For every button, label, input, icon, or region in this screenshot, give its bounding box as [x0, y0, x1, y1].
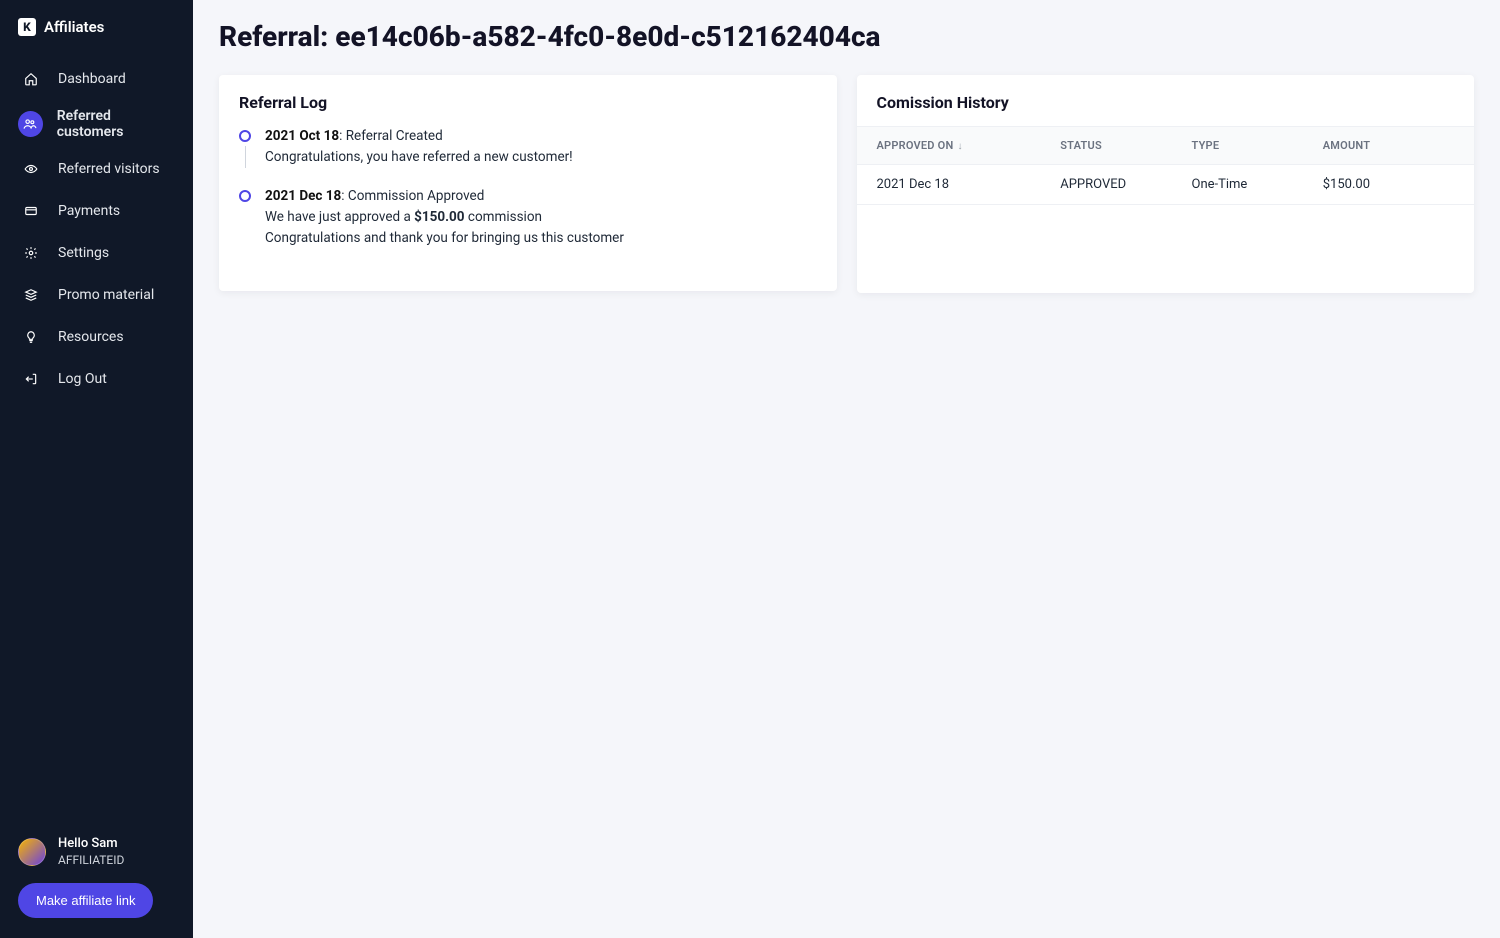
timeline-dot-icon	[239, 130, 251, 142]
bulb-icon	[18, 324, 44, 350]
sidebar-item-referred-visitors[interactable]: Referred visitors	[0, 148, 193, 190]
users-icon	[18, 111, 43, 137]
eye-icon	[18, 156, 44, 182]
sidebar: K Affiliates Dashboard Referred customer…	[0, 0, 193, 938]
timeline-title: Referral Created	[346, 128, 443, 144]
cell-amount: $150.00	[1323, 177, 1454, 192]
stack-icon	[18, 282, 44, 308]
sidebar-footer: Hello Sam AFFILIATEID Make affiliate lin…	[0, 836, 193, 918]
card-icon	[18, 198, 44, 224]
brand: K Affiliates	[0, 18, 193, 54]
referral-log-heading: Referral Log	[219, 75, 837, 126]
sidebar-item-label: Resources	[58, 329, 124, 345]
user-affiliate-id: AFFILIATEID	[58, 853, 124, 867]
column-header-amount[interactable]: Amount	[1323, 139, 1454, 152]
table-row: 2021 Dec 18 APPROVED One-Time $150.00	[857, 165, 1475, 205]
sidebar-item-resources[interactable]: Resources	[0, 316, 193, 358]
sidebar-item-settings[interactable]: Settings	[0, 232, 193, 274]
sidebar-item-label: Referred visitors	[58, 161, 160, 177]
referral-log-card: Referral Log 2021 Oct 18: Referral Creat…	[219, 75, 837, 291]
timeline-title: Commission Approved	[348, 188, 484, 204]
sidebar-item-label: Referred customers	[57, 108, 175, 140]
timeline-amount: $150.00	[414, 209, 464, 225]
referral-timeline: 2021 Oct 18: Referral Created Congratula…	[219, 126, 837, 291]
sidebar-nav: Dashboard Referred customers Referred vi…	[0, 58, 193, 400]
timeline-dot-icon	[239, 190, 251, 202]
sidebar-item-label: Dashboard	[58, 71, 126, 87]
sidebar-item-label: Payments	[58, 203, 120, 219]
sidebar-item-logout[interactable]: Log Out	[0, 358, 193, 400]
main-content: Referral: ee14c06b-a582-4fc0-8e0d-c51216…	[193, 0, 1500, 938]
logout-icon	[18, 366, 44, 392]
timeline-date: 2021 Dec 18	[265, 188, 341, 204]
timeline-body: We have just approved a $150.00 commissi…	[265, 207, 624, 228]
gear-icon	[18, 240, 44, 266]
sidebar-item-payments[interactable]: Payments	[0, 190, 193, 232]
user-summary: Hello Sam AFFILIATEID	[18, 836, 175, 867]
sidebar-item-promo-material[interactable]: Promo material	[0, 274, 193, 316]
commission-table: Approved On↓ Status Type Amount 2021 Dec…	[857, 126, 1475, 205]
timeline-item: 2021 Oct 18: Referral Created Congratula…	[239, 126, 817, 168]
timeline-item: 2021 Dec 18: Commission Approved We have…	[239, 186, 817, 249]
brand-logo: K	[18, 18, 36, 36]
user-greeting: Hello Sam	[58, 836, 124, 853]
sidebar-item-label: Log Out	[58, 371, 107, 387]
timeline-date: 2021 Oct 18	[265, 128, 339, 144]
column-header-approved-on[interactable]: Approved On↓	[877, 139, 1061, 152]
column-header-type[interactable]: Type	[1192, 139, 1323, 152]
page-title: Referral: ee14c06b-a582-4fc0-8e0d-c51216…	[219, 20, 1474, 53]
cards-row: Referral Log 2021 Oct 18: Referral Creat…	[219, 75, 1474, 293]
table-header-row: Approved On↓ Status Type Amount	[857, 126, 1475, 165]
sort-desc-icon: ↓	[957, 141, 962, 152]
timeline-body: Congratulations, you have referred a new…	[265, 147, 573, 168]
cell-status: APPROVED	[1060, 177, 1191, 192]
sidebar-item-referred-customers[interactable]: Referred customers	[0, 100, 193, 148]
commission-history-card: Comission History Approved On↓ Status Ty…	[857, 75, 1475, 293]
avatar	[18, 838, 46, 866]
sidebar-item-label: Promo material	[58, 287, 154, 303]
cell-type: One-Time	[1192, 177, 1323, 192]
cell-approved-on: 2021 Dec 18	[877, 177, 1061, 192]
sidebar-item-dashboard[interactable]: Dashboard	[0, 58, 193, 100]
make-affiliate-link-button[interactable]: Make affiliate link	[18, 883, 153, 918]
column-header-status[interactable]: Status	[1060, 139, 1191, 152]
brand-name: Affiliates	[44, 18, 104, 36]
sidebar-item-label: Settings	[58, 245, 109, 261]
home-icon	[18, 66, 44, 92]
commission-history-heading: Comission History	[857, 75, 1475, 126]
timeline-body-extra: Congratulations and thank you for bringi…	[265, 228, 624, 249]
